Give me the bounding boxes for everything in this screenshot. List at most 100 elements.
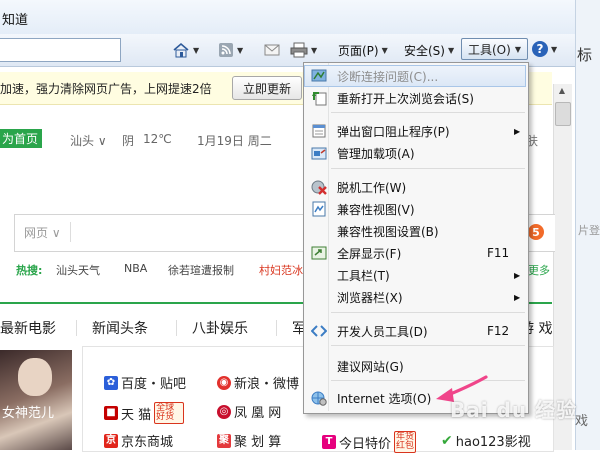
site-link-tmall[interactable]: ■ 天 猫 全球好货 — [104, 402, 185, 424]
menu-separator — [331, 345, 525, 346]
tab-news[interactable]: 新闻头条 — [92, 318, 148, 338]
chevron-down-icon: ▼ — [381, 45, 388, 55]
chevron-down-icon: ▼ — [514, 44, 521, 54]
fullscreen-icon — [311, 245, 327, 261]
adjacent-window-fragment: 片登 — [578, 224, 600, 237]
tab-latest-movies[interactable]: 最新电影 — [0, 318, 56, 338]
date-text: 1月19日 周二 — [197, 134, 272, 148]
tools-menu-label: 工具(O) — [468, 42, 511, 57]
menu-item-label: 脱机工作(W) — [337, 180, 407, 195]
submenu-arrow-icon: ▶ — [514, 270, 521, 280]
chevron-down-icon[interactable]: ▼ — [193, 46, 199, 55]
menu-item-label: 浏览器栏(X) — [337, 290, 403, 305]
tools-menu-button[interactable]: 工具(O) ▼ — [461, 38, 528, 60]
menu-item-reopen-session[interactable]: 重新打开上次浏览会话(S) — [304, 87, 526, 109]
site-label: 凤 凰 网 — [234, 406, 282, 421]
promo-tag: 全球好货 — [154, 402, 185, 424]
weather-text: 阴 — [122, 134, 135, 148]
menu-item-label: 工具栏(T) — [337, 268, 390, 283]
menu-item-label: 管理加载项(A) — [337, 146, 415, 161]
help-icon: ? — [532, 41, 548, 57]
addons-icon — [311, 145, 327, 161]
menu-item-popup-blocker[interactable]: 弹出窗口阻止程序(P) ▶ — [304, 120, 526, 142]
city-selector[interactable]: 汕头 ∨ — [70, 132, 107, 149]
printer-icon — [290, 42, 308, 58]
chevron-down-icon[interactable]: ▼ — [311, 46, 317, 55]
site-link-juhuasuan[interactable]: 聚 聚 划 算 — [217, 431, 281, 450]
address-bar[interactable] — [0, 38, 121, 62]
submenu-arrow-icon: ▶ — [514, 292, 521, 302]
ad-notification-text: 加速，强力清除网页广告，上网提速2倍 — [0, 82, 212, 96]
menu-item-developer-tools[interactable]: 开发人员工具(D) F12 — [304, 320, 526, 342]
photo-caption[interactable]: 女神范儿 — [0, 402, 74, 424]
devtools-icon — [311, 323, 327, 339]
menu-item-manage-addons[interactable]: 管理加载项(A) — [304, 142, 526, 164]
diagnose-icon — [311, 68, 327, 84]
chevron-down-icon: ▼ — [551, 44, 558, 54]
scroll-up-icon[interactable]: ▲ — [556, 86, 568, 98]
notification-badge: 5 — [528, 224, 544, 240]
chevron-down-icon[interactable]: ▼ — [237, 46, 243, 55]
site-label: 百度・贴吧 — [121, 377, 187, 392]
site-link-hao123[interactable]: ✔ hao123影视 — [441, 431, 531, 451]
hot-search-item[interactable]: 徐若瑄遭报制 — [168, 262, 234, 278]
internet-options-icon — [311, 390, 327, 406]
help-button[interactable]: ? ▼ — [532, 38, 557, 60]
safety-menu-button[interactable]: 安全(S) ▼ — [404, 40, 454, 60]
menu-separator — [331, 312, 525, 313]
menu-item-label: Internet 选项(O) — [337, 391, 432, 406]
scrollbar-thumb[interactable] — [555, 102, 571, 126]
print-button[interactable]: ▼ — [290, 40, 317, 60]
more-link[interactable]: 更多 — [528, 262, 550, 278]
menu-item-label: 兼容性视图(V) — [337, 202, 415, 217]
home-button[interactable]: ▼ — [172, 40, 199, 60]
page-menu-button[interactable]: 页面(P) ▼ — [338, 40, 388, 60]
hot-search-item[interactable]: 村妇范冰 — [259, 262, 303, 278]
window-title: 知道 — [2, 13, 29, 28]
page-menu-label: 页面(P) — [338, 43, 379, 58]
menu-item-toolbars[interactable]: 工具栏(T) ▶ — [304, 264, 526, 286]
site-label: 今日特价 — [339, 436, 392, 452]
menu-item-compat-view-settings[interactable]: 兼容性视图设置(B) — [304, 220, 526, 242]
menu-item-fullscreen[interactable]: 全屏显示(F) F11 — [304, 242, 526, 264]
feeds-button[interactable]: ▼ — [218, 40, 243, 60]
tmall-icon: ■ — [104, 406, 118, 420]
divider — [76, 320, 77, 336]
hot-search-item[interactable]: NBA — [124, 262, 147, 275]
hot-search-item[interactable]: 汕头天气 — [56, 262, 100, 278]
check-icon: ✔ — [441, 432, 453, 449]
site-label: 天 猫 — [121, 407, 152, 423]
update-now-button[interactable]: 立即更新 — [232, 76, 302, 100]
hot-search-label: 热搜: — [16, 264, 43, 277]
rss-icon — [219, 43, 233, 57]
menu-item-label: 全屏显示(F) — [337, 246, 402, 261]
menu-item-diagnose[interactable]: 诊断连接问题(C)... — [304, 65, 526, 87]
site-link-jd[interactable]: 京 京东商城 — [104, 431, 173, 450]
offline-icon — [311, 179, 327, 195]
menu-item-label: 弹出窗口阻止程序(P) — [337, 124, 450, 139]
menu-item-work-offline[interactable]: 脱机工作(W) — [304, 176, 526, 198]
site-link-sina[interactable]: ◉ 新浪・微博 — [217, 373, 299, 392]
menu-item-suggested-sites[interactable]: 建议网站(G) — [304, 355, 526, 377]
mail-button[interactable] — [264, 40, 280, 60]
temperature: 12℃ — [143, 132, 172, 146]
paw-icon: ✿ — [104, 375, 118, 390]
menu-item-shortcut: F12 — [487, 324, 510, 338]
mail-icon — [264, 44, 280, 56]
menu-item-compat-view[interactable]: 兼容性视图(V) — [304, 198, 526, 220]
search-type-selector[interactable]: 网页 ∨ — [24, 224, 61, 241]
home-icon — [173, 42, 189, 58]
reopen-session-icon — [311, 90, 327, 106]
site-link-baidu[interactable]: ✿ 百度・贴吧 — [104, 373, 186, 392]
divider — [276, 320, 277, 336]
menu-item-explorer-bars[interactable]: 浏览器栏(X) ▶ — [304, 286, 526, 308]
submenu-arrow-icon: ▶ — [514, 126, 521, 136]
title-bar — [0, 0, 575, 34]
menu-item-label: 诊断连接问题(C)... — [337, 69, 439, 84]
popup-blocker-icon — [311, 123, 327, 139]
tab-entertainment[interactable]: 八卦娱乐 — [192, 318, 248, 338]
weibo-icon: ◉ — [217, 375, 231, 390]
menu-separator — [331, 380, 525, 381]
set-homepage-button[interactable]: 为首页 — [0, 129, 42, 148]
site-link-ifeng[interactable]: ◎ 凤 凰 网 — [217, 402, 281, 421]
